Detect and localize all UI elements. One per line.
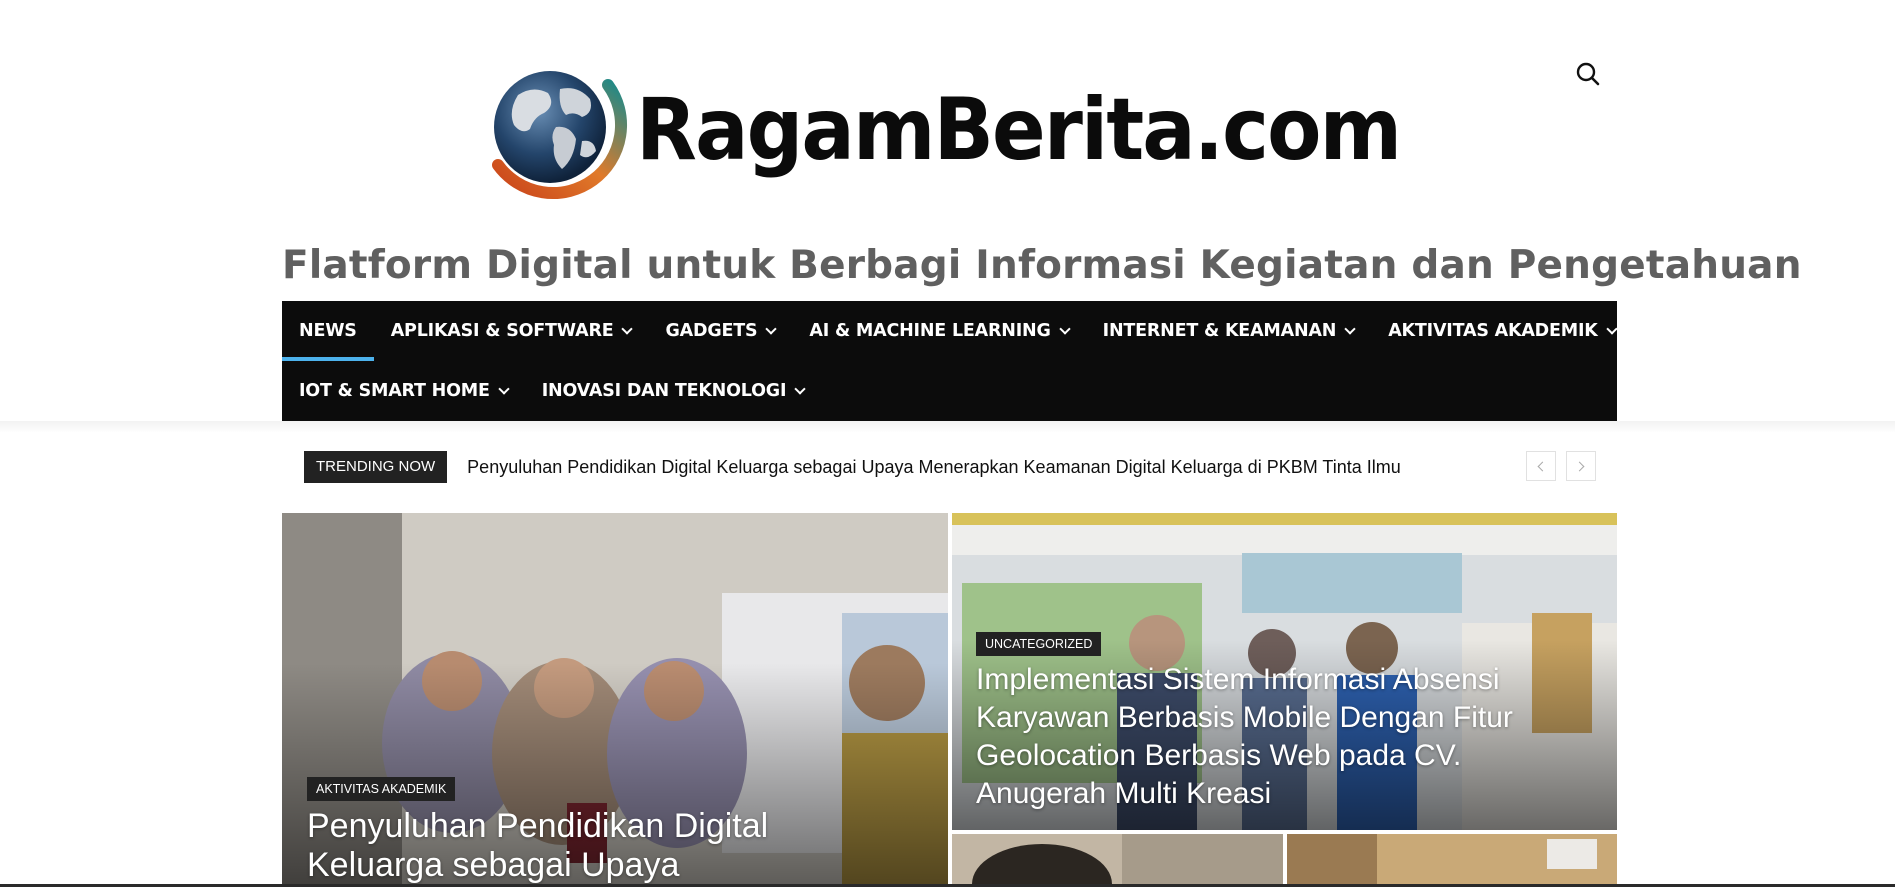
chevron-down-icon: [1344, 322, 1356, 335]
chevron-down-icon: [621, 322, 634, 335]
nav-item-gadgets[interactable]: GADGETS: [648, 301, 792, 361]
nav-item-label: INOVASI DAN TEKNOLOGI: [541, 381, 787, 401]
nav-item-aktivitas-akademik[interactable]: AKTIVITAS AKADEMIK: [1371, 301, 1632, 361]
trending-next-button[interactable]: [1566, 451, 1596, 481]
trending-prev-button[interactable]: [1526, 451, 1556, 481]
nav-item-label: GADGETS: [665, 321, 758, 341]
featured-side-title[interactable]: Implementasi Sistem Informasi Absensi Ka…: [976, 661, 1536, 813]
header-shadow: [0, 421, 1895, 433]
nav-item-aplikasi-software[interactable]: APLIKASI & SOFTWARE: [374, 301, 649, 361]
nav-item-ai-machine-learning[interactable]: AI & MACHINE LEARNING: [792, 301, 1085, 361]
chevron-down-icon: [765, 322, 778, 335]
nav-item-internet-keamanan[interactable]: INTERNET & KEAMANAN: [1086, 301, 1372, 361]
nav-item-label: NEWS: [299, 321, 357, 341]
chevron-right-icon: [1574, 461, 1585, 471]
category-badge[interactable]: UNCATEGORIZED: [976, 632, 1102, 656]
nav-row-1: NEWS APLIKASI & SOFTWARE GADGETS AI & MA…: [282, 301, 1633, 361]
nav-item-label: IOT & SMART HOME: [299, 381, 490, 401]
logo-wordmark: RagamBerita.com: [636, 80, 1402, 180]
site-tagline: Flatform Digital untuk Berbagi Informasi…: [282, 243, 1802, 288]
chevron-down-icon: [1058, 322, 1071, 335]
nav-item-label: INTERNET & KEAMANAN: [1102, 321, 1337, 341]
trending-headline-link[interactable]: Penyuluhan Pendidikan Digital Keluarga s…: [467, 457, 1401, 478]
site-logo[interactable]: RagamBerita.com: [478, 50, 1402, 210]
featured-small-card[interactable]: [952, 834, 1283, 887]
nav-item-inovasi-teknologi[interactable]: INOVASI DAN TEKNOLOGI: [525, 361, 822, 421]
category-badge[interactable]: AKTIVITAS AKADEMIK: [307, 777, 456, 801]
trending-bar: TRENDING NOW Penyuluhan Pendidikan Digit…: [304, 449, 1596, 485]
featured-small-image: [952, 834, 1283, 887]
main-navigation: NEWS APLIKASI & SOFTWARE GADGETS AI & MA…: [282, 301, 1618, 421]
featured-main-card[interactable]: AKTIVITAS AKADEMIK Penyuluhan Pendidikan…: [282, 513, 948, 887]
featured-small-card[interactable]: [1287, 834, 1617, 887]
chevron-down-icon: [794, 382, 806, 395]
chevron-down-icon: [1605, 322, 1618, 335]
featured-small-image: [1287, 834, 1617, 887]
trending-arrows: [1526, 451, 1596, 481]
globe-logo-icon: [478, 55, 628, 205]
search-icon: [1576, 62, 1600, 86]
trending-badge: TRENDING NOW: [304, 451, 448, 483]
nav-row-2: IOT & SMART HOME INOVASI DAN TEKNOLOGI: [282, 361, 821, 421]
featured-side-card[interactable]: UNCATEGORIZED Implementasi Sistem Inform…: [952, 513, 1617, 830]
nav-item-iot-smart-home[interactable]: IOT & SMART HOME: [282, 361, 525, 421]
featured-main-title[interactable]: Penyuluhan Pendidikan Digital Keluarga s…: [307, 807, 867, 885]
chevron-down-icon: [498, 382, 510, 395]
nav-item-label: AKTIVITAS AKADEMIK: [1388, 321, 1598, 341]
chevron-left-icon: [1537, 461, 1548, 471]
nav-item-label: AI & MACHINE LEARNING: [809, 321, 1051, 341]
nav-item-label: APLIKASI & SOFTWARE: [390, 321, 614, 341]
site-header: RagamBerita.com Flatform Digital untuk B…: [0, 0, 1895, 423]
nav-item-news[interactable]: NEWS: [282, 301, 374, 361]
search-button[interactable]: [1574, 60, 1602, 88]
